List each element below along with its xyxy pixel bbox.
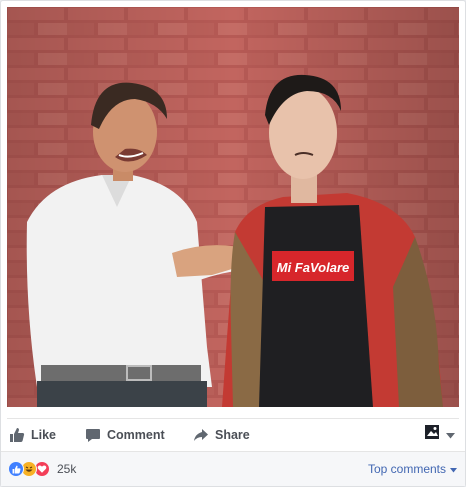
comment-button[interactable]: Comment: [85, 419, 193, 451]
post-photo[interactable]: Mi FaVolare: [7, 7, 459, 407]
like-label: Like: [31, 427, 57, 442]
chevron-down-icon: [446, 426, 455, 444]
share-arrow-icon: [193, 427, 209, 443]
caret-down-icon: [450, 462, 457, 476]
share-label: Share: [215, 427, 250, 442]
comment-label: Comment: [107, 427, 165, 442]
post-card: Mi FaVolare Like Comment Share 25k Top c…: [0, 0, 466, 487]
reaction-count[interactable]: 25k: [57, 462, 76, 476]
post-action-bar: Like Comment Share: [7, 418, 459, 450]
post-photo-image: Mi FaVolare: [7, 7, 459, 407]
comment-icon: [85, 427, 101, 443]
like-reaction-icon: [8, 461, 24, 477]
reaction-icons[interactable]: [8, 461, 50, 477]
top-comments-label: Top comments: [367, 462, 446, 476]
shirt-slogan: Mi FaVolare: [277, 260, 349, 275]
thumbs-up-icon: [9, 427, 25, 443]
audience-selector-icon: [424, 424, 442, 445]
reactions-summary: 25k Top comments: [1, 451, 465, 486]
share-button[interactable]: Share: [193, 419, 253, 451]
audience-selector[interactable]: [424, 424, 455, 445]
like-button[interactable]: Like: [9, 419, 85, 451]
top-comments-dropdown[interactable]: Top comments: [368, 462, 457, 476]
